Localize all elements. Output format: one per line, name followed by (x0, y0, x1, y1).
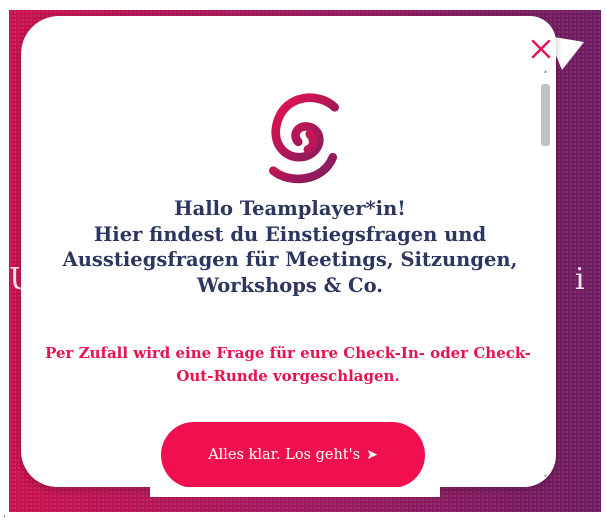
scroll-up-arrow-icon[interactable]: ˄ (539, 70, 552, 82)
random-question-note: Per Zufall wird eine Frage für eure Chec… (28, 342, 548, 388)
heading-line: Hier findest du Einstiegsfragen und (93, 222, 487, 246)
background-text-right: i (575, 262, 585, 297)
modal-scrollbar[interactable]: ˄ ˅ (539, 70, 552, 488)
start-button-label: Alles klar. Los geht's (208, 447, 361, 463)
close-icon[interactable] (526, 34, 556, 64)
modal-heading: Hallo Teamplayer*in! Hier findest du Ein… (40, 196, 540, 298)
scroll-down-arrow-icon[interactable]: ˅ (539, 474, 552, 486)
modal-bottom-clip (150, 487, 440, 497)
arrow-right-icon: ➤ (366, 447, 378, 463)
heading-line: Workshops & Co. (196, 273, 384, 297)
heading-line: Hallo Teamplayer*in! (174, 197, 406, 220)
heading-line: Ausstiegsfragen für Meetings, Sitzungen, (62, 248, 518, 271)
page-dot: . (3, 509, 7, 520)
note-line: Per Zufall wird eine Frage für eure Chec… (45, 344, 531, 362)
note-line: Out-Runde vorgeschlagen. (176, 367, 400, 385)
scroll-thumb[interactable] (541, 84, 550, 146)
spiral-logo-icon (268, 93, 340, 184)
start-button[interactable]: Alles klar. Los geht's ➤ (161, 422, 425, 488)
